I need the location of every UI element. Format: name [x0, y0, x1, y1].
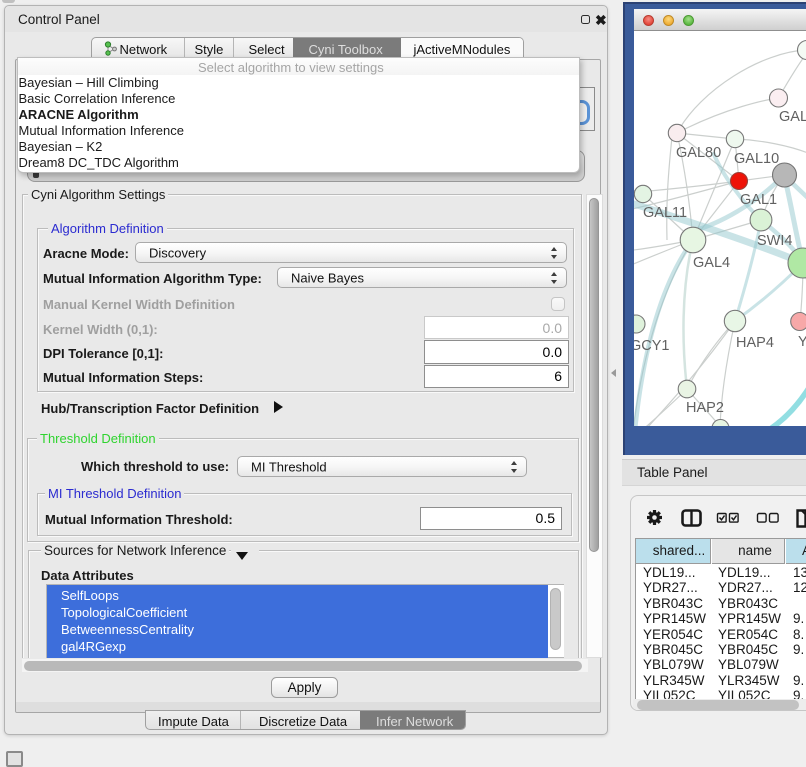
svg-text:HAP2: HAP2 — [686, 400, 724, 416]
svg-text:GAL4: GAL4 — [693, 255, 730, 271]
svg-text:GAL11: GAL11 — [643, 205, 687, 221]
svg-text:HAP4: HAP4 — [736, 335, 774, 351]
svg-text:GAL80: GAL80 — [676, 145, 721, 161]
svg-text:GAL7: GAL7 — [779, 109, 806, 125]
svg-text:GCY1: GCY1 — [634, 338, 670, 354]
svg-text:GAL1: GAL1 — [740, 192, 777, 208]
svg-text:GAL10: GAL10 — [734, 151, 779, 167]
svg-text:Y: Y — [798, 334, 806, 350]
svg-text:SWI4: SWI4 — [757, 233, 792, 249]
